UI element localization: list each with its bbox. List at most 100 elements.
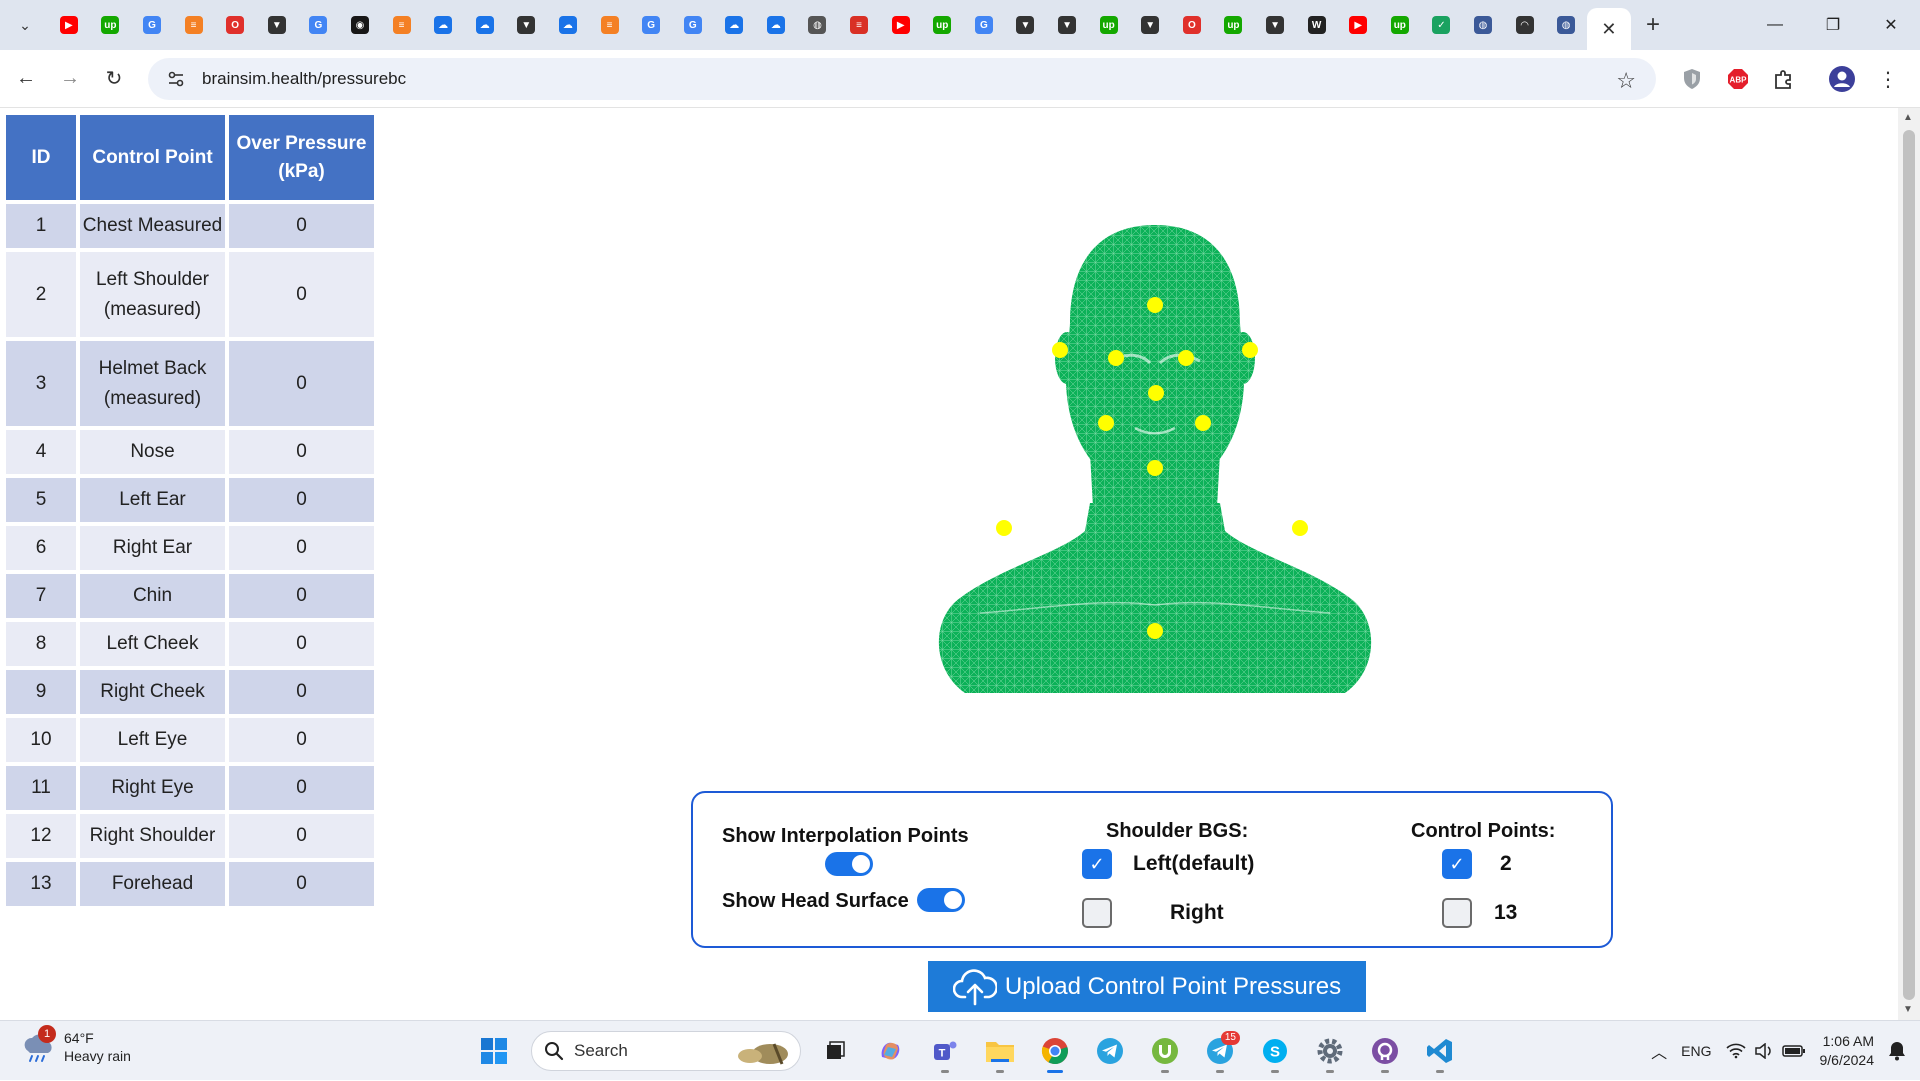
browser-tab[interactable]: ≡ [173, 6, 215, 44]
new-tab-button[interactable]: + [1635, 7, 1671, 43]
taskbar-app-utorrent[interactable] [1141, 1027, 1189, 1075]
browser-tab[interactable]: ✓ [1421, 6, 1463, 44]
marker-left-shoulder[interactable] [1292, 520, 1308, 536]
taskbar-app-vscode[interactable] [1416, 1027, 1464, 1075]
restore-button[interactable]: ❐ [1804, 0, 1862, 50]
cell-over-pressure[interactable]: 0 [229, 574, 374, 618]
browser-menu-button[interactable]: ⋮ [1868, 59, 1908, 99]
marker-chest[interactable] [1147, 623, 1163, 639]
browser-tab[interactable]: up [1088, 6, 1130, 44]
show-head-surface-toggle[interactable] [917, 888, 965, 912]
cell-over-pressure[interactable]: 0 [229, 526, 374, 570]
cell-over-pressure[interactable]: 0 [229, 622, 374, 666]
scroll-thumb[interactable] [1903, 130, 1915, 1000]
scroll-down-icon[interactable]: ▼ [1903, 1004, 1913, 1015]
marker-right-ear[interactable] [1052, 342, 1068, 358]
marker-right-eye[interactable] [1108, 350, 1124, 366]
cell-over-pressure[interactable]: 0 [229, 718, 374, 762]
close-window-button[interactable]: ✕ [1862, 0, 1920, 50]
browser-tab[interactable]: ☁ [755, 6, 797, 44]
url-text[interactable]: brainsim.health/pressurebc [202, 69, 406, 89]
browser-tab[interactable]: ◍ [1462, 6, 1504, 44]
browser-tab[interactable]: ≡ [381, 6, 423, 44]
browser-tab[interactable]: ◍ [797, 6, 839, 44]
browser-tab[interactable]: G [630, 6, 672, 44]
bookmark-star-icon[interactable]: ☆ [1616, 68, 1636, 94]
browser-tab[interactable]: ▶ [48, 6, 90, 44]
marker-forehead[interactable] [1147, 297, 1163, 313]
page-scrollbar[interactable]: ▲ ▼ [1898, 108, 1920, 1020]
browser-tab[interactable]: ☁ [547, 6, 589, 44]
shoulder-right-checkbox[interactable] [1082, 898, 1112, 928]
cell-over-pressure[interactable]: 0 [229, 670, 374, 714]
browser-tab[interactable]: ≡ [589, 6, 631, 44]
browser-tab[interactable]: G [298, 6, 340, 44]
taskbar-app-github-desktop[interactable] [1361, 1027, 1409, 1075]
minimize-button[interactable]: — [1746, 0, 1804, 50]
browser-tab[interactable]: up [90, 6, 132, 44]
browser-tab[interactable]: up [1213, 6, 1255, 44]
taskbar-app-settings[interactable] [1306, 1027, 1354, 1075]
marker-left-ear[interactable] [1242, 342, 1258, 358]
marker-right-shoulder[interactable] [996, 520, 1012, 536]
marker-right-cheek[interactable] [1098, 415, 1114, 431]
start-button[interactable] [470, 1027, 518, 1075]
cell-over-pressure[interactable]: 0 [229, 341, 374, 426]
extensions-button[interactable] [1764, 59, 1804, 99]
network-volume-battery[interactable] [1725, 1043, 1806, 1059]
browser-tab[interactable]: ▼ [1046, 6, 1088, 44]
shoulder-left-checkbox[interactable]: ✓ [1082, 849, 1112, 879]
clock[interactable]: 1:06 AM 9/6/2024 [1820, 1032, 1875, 1070]
taskbar-app-taskview[interactable] [811, 1027, 859, 1075]
taskbar-app-skype[interactable]: S [1251, 1027, 1299, 1075]
adblock-extension[interactable]: ABP [1718, 59, 1758, 99]
browser-tab[interactable]: ▼ [1129, 6, 1171, 44]
profile-button[interactable] [1822, 59, 1862, 99]
cell-over-pressure[interactable]: 0 [229, 478, 374, 522]
marker-left-cheek[interactable] [1195, 415, 1211, 431]
browser-tab[interactable]: ▶ [1337, 6, 1379, 44]
browser-tab[interactable]: up [921, 6, 963, 44]
forward-button[interactable]: → [52, 61, 88, 97]
browser-tab[interactable]: ▼ [1254, 6, 1296, 44]
taskbar-search[interactable]: Search [531, 1031, 801, 1071]
cell-over-pressure[interactable]: 0 [229, 252, 374, 337]
control-points-13-checkbox[interactable] [1442, 898, 1472, 928]
cell-over-pressure[interactable]: 0 [229, 862, 374, 906]
show-interpolation-toggle[interactable] [825, 852, 873, 876]
browser-tab[interactable]: ≡ [838, 6, 880, 44]
browser-tab[interactable]: W [1296, 6, 1338, 44]
control-points-2-checkbox[interactable]: ✓ [1442, 849, 1472, 879]
upload-pressures-button[interactable]: Upload Control Point Pressures [928, 961, 1366, 1012]
show-hidden-icons-button[interactable]: ︿ [1651, 1039, 1667, 1063]
notifications-button[interactable] [1888, 1041, 1906, 1061]
browser-tab[interactable]: ▶ [880, 6, 922, 44]
marker-left-eye[interactable] [1178, 350, 1194, 366]
address-bar[interactable]: brainsim.health/pressurebc ☆ [148, 58, 1656, 100]
browser-tab[interactable]: O [214, 6, 256, 44]
browser-tab[interactable]: ◍ [1545, 6, 1587, 44]
cell-over-pressure[interactable]: 0 [229, 766, 374, 810]
browser-tab[interactable]: ▼ [506, 6, 548, 44]
browser-tab[interactable]: G [672, 6, 714, 44]
marker-nose[interactable] [1148, 385, 1164, 401]
browser-tab[interactable]: G [963, 6, 1005, 44]
browser-tab[interactable]: up [1379, 6, 1421, 44]
browser-tab[interactable]: ◉ [339, 6, 381, 44]
browser-tab[interactable]: O [1171, 6, 1213, 44]
site-info-icon[interactable] [164, 67, 188, 91]
browser-tab[interactable]: ▼ [256, 6, 298, 44]
reload-button[interactable]: ↻ [96, 61, 132, 97]
tab-search-button[interactable]: ⌄ [8, 8, 42, 42]
taskbar-app-telegram[interactable]: 15 [1196, 1027, 1244, 1075]
browser-tab[interactable]: ◠ [1504, 6, 1546, 44]
taskbar-app-copilot[interactable] [866, 1027, 914, 1075]
close-tab-icon[interactable]: ✕ [1600, 19, 1618, 39]
weather-widget[interactable]: 1 64°F Heavy rain [20, 1025, 131, 1065]
head-model-viewer[interactable] [920, 213, 1390, 693]
cell-over-pressure[interactable]: 0 [229, 204, 374, 248]
browser-tab-active[interactable]: ✕ [1586, 8, 1631, 50]
taskbar-app-teams[interactable]: T [921, 1027, 969, 1075]
taskbar-app-chrome[interactable] [1031, 1027, 1079, 1075]
browser-tab[interactable]: G [131, 6, 173, 44]
